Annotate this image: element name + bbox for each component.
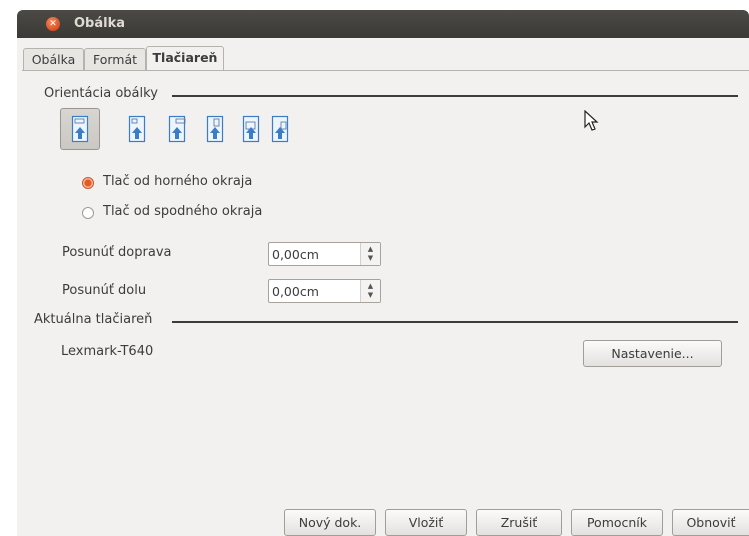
- shift-right-spinner[interactable]: ▲▼: [268, 242, 381, 266]
- cancel-button[interactable]: Zrušiť: [476, 509, 562, 536]
- shift-down-spinner[interactable]: ▲▼: [268, 279, 381, 303]
- window-title: Obálka: [74, 16, 126, 31]
- print-from-top-radio[interactable]: [82, 177, 94, 189]
- envelope-orientation-icon: [168, 115, 186, 143]
- new-document-button[interactable]: Nový dok.: [284, 509, 376, 536]
- envelope-orientation-icon: [128, 115, 146, 143]
- print-from-bottom-label[interactable]: Tlač od spodného okraja: [103, 204, 262, 219]
- insert-button[interactable]: Vložiť: [385, 509, 467, 536]
- orientation-option-1[interactable]: [60, 108, 100, 150]
- tab-format[interactable]: Formát: [84, 48, 146, 70]
- orientation-section-label: Orientácia obálky: [44, 86, 162, 101]
- help-button[interactable]: Pomocník: [571, 509, 663, 536]
- spin-arrows-icon[interactable]: ▲ ▼: [360, 280, 380, 302]
- orientation-option-4[interactable]: [200, 111, 230, 147]
- printer-name: Lexmark-T640: [61, 344, 154, 359]
- envelope-orientation-icon: [71, 115, 89, 143]
- spin-arrows-icon[interactable]: ▲ ▼: [360, 243, 380, 265]
- close-icon[interactable]: ✕: [46, 17, 60, 31]
- orientation-option-3[interactable]: [162, 111, 192, 147]
- printer-section-label: Aktuálna tlačiareň: [34, 312, 157, 327]
- envelope-orientation-icon: [242, 115, 260, 143]
- reset-button[interactable]: Obnoviť: [672, 509, 749, 536]
- print-from-bottom-radio[interactable]: [82, 207, 94, 219]
- print-from-top-label[interactable]: Tlač od horného okraja: [103, 174, 252, 189]
- envelope-orientation-icon: [271, 115, 289, 143]
- shift-down-input[interactable]: [269, 280, 357, 302]
- envelope-orientation-icon: [206, 115, 224, 143]
- tab-printer[interactable]: Tlačiareň: [146, 46, 224, 70]
- mouse-pointer-icon: [584, 110, 599, 131]
- title-bar[interactable]: ✕ Obálka: [17, 10, 749, 38]
- tab-envelope[interactable]: Obálka: [23, 48, 84, 70]
- orientation-option-6[interactable]: [265, 111, 295, 147]
- orientation-option-5[interactable]: [236, 111, 266, 147]
- section-divider: [172, 321, 738, 323]
- orientation-option-2[interactable]: [122, 111, 152, 147]
- printer-settings-button[interactable]: Nastavenie...: [583, 340, 722, 367]
- section-divider: [172, 95, 738, 97]
- shift-right-input[interactable]: [269, 243, 357, 265]
- shift-down-label: Posunúť dolu: [62, 283, 147, 298]
- shift-right-label: Posunúť doprava: [62, 245, 172, 260]
